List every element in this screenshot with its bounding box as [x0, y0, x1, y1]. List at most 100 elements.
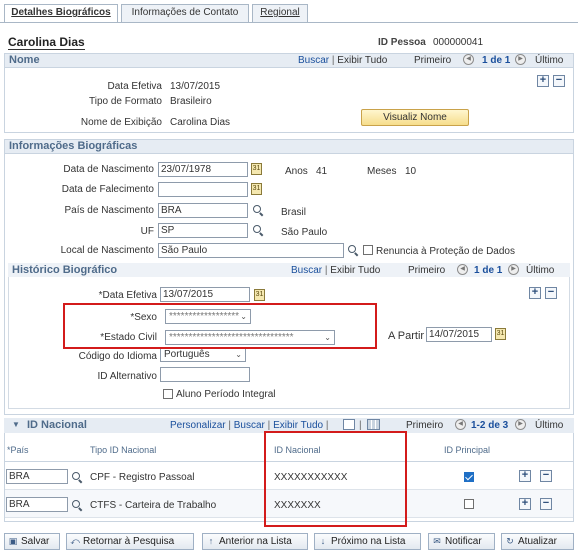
- data-efetiva-value: 13/07/2015: [170, 81, 221, 92]
- previous-icon[interactable]: ◀: [463, 54, 474, 65]
- exibir-tudo-link[interactable]: Exibir Tudo: [337, 55, 387, 66]
- id-nacional-nav: Personalizar | Buscar | Exibir Tudo |: [170, 420, 329, 431]
- zoom-icon[interactable]: [343, 419, 355, 430]
- local-nascimento-label: Local de Nascimento: [60, 245, 154, 256]
- remove-row-icon[interactable]: −: [540, 470, 552, 482]
- idioma-label: Código do Idioma: [78, 351, 157, 362]
- grid-icon[interactable]: [367, 419, 380, 430]
- meses-label: Meses: [367, 166, 397, 177]
- personalizar-link[interactable]: Personalizar: [170, 420, 226, 431]
- aluno-label: Aluno Período Integral: [176, 389, 276, 400]
- idioma-select[interactable]: Português ⌄: [160, 347, 246, 362]
- salvar-button[interactable]: ▣ Salvar: [4, 533, 60, 550]
- tipo-id-value: CPF - Registro Passoal: [90, 472, 195, 483]
- hist-data-efetiva-input[interactable]: [160, 287, 250, 302]
- local-nascimento-input[interactable]: [158, 243, 344, 258]
- nascimento-input[interactable]: [158, 162, 248, 177]
- a-partir-input[interactable]: [426, 327, 492, 342]
- search-icon[interactable]: [347, 244, 359, 256]
- renuncia-checkbox[interactable]: [363, 245, 373, 255]
- save-icon: ▣: [8, 536, 18, 546]
- remove-row-icon[interactable]: −: [545, 287, 557, 299]
- buscar-link[interactable]: Buscar: [291, 265, 322, 276]
- remove-row-icon[interactable]: −: [553, 75, 565, 87]
- ultimo-label: Último: [535, 55, 564, 66]
- button-label: Salvar: [21, 536, 50, 547]
- id-principal-checkbox[interactable]: [464, 472, 474, 482]
- primeiro-label: Primeiro: [414, 55, 452, 66]
- tipo-formato-value: Brasileiro: [170, 96, 212, 107]
- uf-desc: São Paulo: [281, 227, 328, 238]
- next-icon[interactable]: ▶: [515, 54, 526, 65]
- falecimento-input[interactable]: [158, 182, 248, 197]
- search-icon[interactable]: [252, 224, 264, 236]
- button-label: Atualizar: [518, 536, 557, 547]
- next-icon[interactable]: ▶: [515, 419, 526, 430]
- remove-row-icon[interactable]: −: [540, 498, 552, 510]
- calendar-icon[interactable]: 31: [251, 183, 262, 195]
- data-efetiva-label: Data Efetiva: [107, 81, 162, 92]
- search-icon[interactable]: [252, 204, 264, 216]
- uf-label: UF: [140, 226, 154, 237]
- calendar-icon[interactable]: 31: [251, 163, 262, 175]
- proximo-lista-button[interactable]: ↓ Próximo na Lista: [314, 533, 421, 550]
- notify-icon: ✉: [433, 536, 441, 546]
- uf-input[interactable]: [158, 223, 248, 238]
- retornar-pesquisa-button[interactable]: ⤺ Retornar à Pesquisa: [66, 533, 194, 550]
- tab-detalhes-biograficos[interactable]: Detalhes Biográficos: [4, 4, 118, 23]
- add-row-icon[interactable]: +: [519, 498, 531, 510]
- collapse-icon[interactable]: ▼: [12, 420, 20, 429]
- tipo-formato-label: Tipo de Formato: [89, 96, 162, 107]
- section-title: Informações Biográficas: [9, 140, 138, 152]
- exibir-tudo-link[interactable]: Exibir Tudo: [330, 265, 380, 276]
- pais-nascimento-label: País de Nascimento: [64, 205, 155, 216]
- id-pessoa-value: 000000041: [433, 37, 484, 48]
- tab-regional[interactable]: Regional: [252, 4, 308, 22]
- tab-label: Detalhes Biográficos: [11, 7, 111, 18]
- id-nacional-counter: 1-2 de 3: [471, 420, 509, 431]
- falecimento-label: Data de Falecimento: [61, 184, 154, 195]
- select-value: Português: [164, 349, 210, 360]
- historico-title: Histórico Biográfico: [12, 264, 118, 276]
- atualizar-button[interactable]: ↻ Atualizar: [501, 533, 574, 550]
- buscar-link[interactable]: Buscar: [234, 420, 265, 431]
- exibir-tudo-link[interactable]: Exibir Tudo: [273, 420, 323, 431]
- calendar-icon[interactable]: 31: [254, 289, 265, 301]
- button-label: Anterior na Lista: [219, 536, 292, 547]
- add-row-icon[interactable]: +: [537, 75, 549, 87]
- highlight-box-id-nacional: [264, 431, 407, 527]
- renuncia-label: Renuncia à Proteção de Dados: [376, 246, 515, 257]
- pais-desc: Brasil: [281, 207, 307, 218]
- button-label: Notificar: [445, 536, 482, 547]
- col-id-principal: ID Principal: [444, 445, 491, 455]
- pais-nascimento-input[interactable]: [158, 203, 248, 218]
- anos-label: Anos: [285, 166, 308, 177]
- visualiz-nome-button[interactable]: Visualiz Nome: [361, 109, 469, 126]
- nome-exibicao-value: Carolina Dias: [170, 117, 231, 128]
- id-alternativo-input[interactable]: [160, 367, 250, 382]
- search-icon[interactable]: [71, 499, 83, 511]
- hist-data-efetiva-label: *Data Efetiva: [98, 290, 157, 301]
- pais-input[interactable]: [6, 497, 68, 512]
- add-row-icon[interactable]: +: [529, 287, 541, 299]
- calendar-icon[interactable]: 31: [495, 328, 506, 340]
- pais-input[interactable]: [6, 469, 68, 484]
- anos-value: 41: [316, 166, 328, 177]
- id-alternativo-label: ID Alternativo: [97, 371, 157, 382]
- anterior-lista-button[interactable]: ↑ Anterior na Lista: [202, 533, 308, 550]
- id-pessoa-label: ID Pessoa: [378, 37, 426, 48]
- highlight-box-sexo-estado: [63, 303, 377, 349]
- buscar-link[interactable]: Buscar: [298, 55, 329, 66]
- search-icon[interactable]: [71, 471, 83, 483]
- id-principal-checkbox[interactable]: [464, 499, 474, 509]
- meses-value: 10: [405, 166, 417, 177]
- add-row-icon[interactable]: +: [519, 470, 531, 482]
- next-icon[interactable]: ▶: [508, 264, 519, 275]
- notificar-button[interactable]: ✉ Notificar: [428, 533, 495, 550]
- historico-nav: Buscar | Exibir Tudo: [291, 265, 381, 276]
- previous-icon[interactable]: ◀: [455, 419, 466, 430]
- aluno-checkbox[interactable]: [163, 389, 173, 399]
- previous-icon[interactable]: ◀: [457, 264, 468, 275]
- primeiro-label: Primeiro: [406, 420, 444, 431]
- tab-informacoes-contato[interactable]: Informações de Contato: [121, 4, 249, 22]
